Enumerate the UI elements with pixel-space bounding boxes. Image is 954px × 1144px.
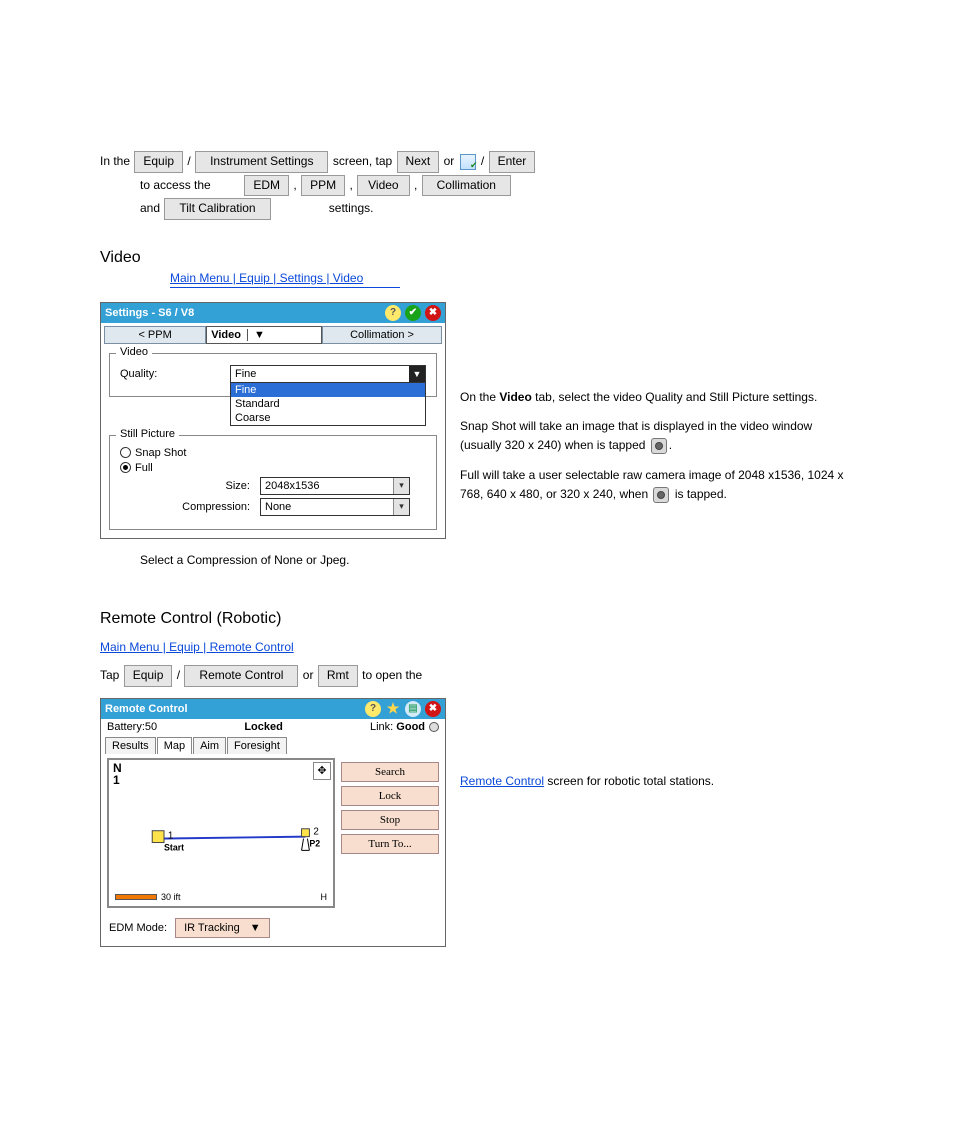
help-icon[interactable]: ? [365, 701, 381, 717]
close-icon[interactable]: ✖ [425, 305, 441, 321]
settings-dialog: Settings - S6 / V8 ? ✔ ✖ < PPM Video ▼ C… [100, 302, 446, 539]
stop-button[interactable]: Stop [341, 810, 439, 830]
equip-button[interactable]: Equip [134, 151, 183, 173]
video-bullet1: Snap Shot will take an image that is dis… [460, 417, 850, 455]
compression-combo[interactable]: None ▾ [260, 498, 410, 516]
radio-snapshot-label: Snap Shot [135, 447, 186, 459]
tab-aim[interactable]: Aim [193, 737, 226, 754]
edm-mode-value: IR Tracking [184, 922, 240, 934]
ppm-button[interactable]: PPM [301, 175, 345, 197]
radio-snapshot[interactable] [120, 447, 131, 458]
rc-tabs: Results Map Aim Foresight [105, 737, 441, 754]
radio-full-label: Full [135, 462, 153, 474]
rmt-button[interactable]: Rmt [318, 665, 358, 687]
remote-heading: Remote Control (Robotic) [100, 610, 854, 628]
rc-title: Remote Control [105, 703, 188, 715]
remote-control-dialog: Remote Control ? ★ ▤ ✖ Battery: 50 Locke… [100, 698, 446, 947]
size-value: 2048x1536 [261, 480, 393, 492]
still-picture-fieldset: Still Picture Snap Shot Full Size: 2048x… [109, 435, 437, 530]
clipboard-icon[interactable]: ▤ [405, 701, 421, 717]
compression-label: Compression: [120, 501, 260, 513]
svg-text:Start: Start [164, 842, 184, 852]
next-tab-button[interactable]: Collimation > [322, 326, 442, 344]
quality-option-fine[interactable]: Fine [231, 383, 425, 397]
tab-results[interactable]: Results [105, 737, 156, 754]
scale-bar: 30 ift [115, 892, 181, 902]
still-legend: Still Picture [116, 428, 179, 440]
equip-button-2[interactable]: Equip [124, 665, 173, 687]
size-label: Size: [120, 480, 260, 492]
close-icon[interactable]: ✖ [425, 701, 441, 717]
video-legend: Video [116, 346, 152, 358]
intro-paragraph: In the Equip / Instrument Settings scree… [100, 150, 854, 221]
radio-full-row[interactable]: Full [120, 462, 426, 474]
svg-text:P2: P2 [309, 838, 320, 848]
compress-note: Select a Compression of None or Jpeg. [140, 551, 854, 570]
rc-titlebar: Remote Control ? ★ ▤ ✖ [101, 699, 445, 719]
text: In the [100, 154, 133, 168]
tab-foresight[interactable]: Foresight [227, 737, 287, 754]
compression-value: None [261, 501, 393, 513]
map-view[interactable]: N 1 ✥ 1 Start 2 P2 30 ift H [107, 758, 335, 908]
camera-icon[interactable] [651, 438, 667, 454]
quality-value: Fine [231, 368, 409, 380]
ok-icon[interactable]: ✔ [405, 305, 421, 321]
quality-option-coarse[interactable]: Coarse [231, 411, 425, 425]
lock-state: Locked [244, 721, 283, 733]
tilt-cal-button[interactable]: Tilt Calibration [164, 198, 270, 220]
remote-post: screen for robotic total stations. [547, 774, 714, 788]
next-button[interactable]: Next [397, 151, 440, 173]
turnto-button[interactable]: Turn To... [341, 834, 439, 854]
remote-breadcrumb-link[interactable]: Main Menu | Equip | Remote Control [100, 640, 294, 654]
search-button[interactable]: Search [341, 762, 439, 782]
instrument-settings-button[interactable]: Instrument Settings [195, 151, 328, 173]
enter-button[interactable]: Enter [489, 151, 536, 173]
tab-map[interactable]: Map [157, 737, 192, 754]
quality-label: Quality: [120, 368, 230, 380]
svg-text:2: 2 [313, 826, 318, 837]
camera-icon[interactable] [653, 487, 669, 503]
remote-control-button[interactable]: Remote Control [184, 665, 298, 687]
video-breadcrumb-link[interactable]: Main Menu | Equip | Settings | Video [170, 271, 363, 285]
quality-combo[interactable]: Fine ▼ Fine Standard Coarse [230, 365, 426, 383]
video-bullet2: Full will take a user selectable raw cam… [460, 466, 850, 504]
chevron-down-icon: ▼ [409, 366, 425, 382]
radio-snapshot-row[interactable]: Snap Shot [120, 447, 426, 459]
chevron-down-icon: ▾ [393, 499, 409, 515]
battery-value: 50 [145, 721, 157, 733]
radio-full[interactable] [120, 462, 131, 473]
video-desc: On the Video tab, select the video Quali… [460, 388, 850, 407]
tab-select-label: Video [211, 329, 241, 341]
remote-desc: Tap Equip / Remote Control or Rmt to ope… [100, 664, 854, 688]
collimation-button[interactable]: Collimation [422, 175, 511, 197]
quality-option-standard[interactable]: Standard [231, 397, 425, 411]
lock-button[interactable]: Lock [341, 786, 439, 806]
tab-select[interactable]: Video ▼ [206, 326, 322, 344]
favorite-icon[interactable]: ★ [385, 701, 401, 717]
prev-tab-button[interactable]: < PPM [104, 326, 206, 344]
rc-status-bar: Battery: 50 Locked Link: Good [101, 719, 445, 735]
battery-label: Battery: [107, 721, 145, 733]
settings-titlebar: Settings - S6 / V8 ? ✔ ✖ [101, 303, 445, 323]
edm-button[interactable]: EDM [244, 175, 289, 197]
remote-link-2[interactable]: Remote Control [460, 774, 544, 788]
settings-icon[interactable] [460, 154, 476, 170]
edm-mode-button[interactable]: IR Tracking ▼ [175, 918, 270, 938]
help-icon[interactable]: ? [385, 305, 401, 321]
svg-text:1: 1 [168, 830, 173, 841]
edm-mode-label: EDM Mode: [109, 922, 167, 934]
size-combo[interactable]: 2048x1536 ▾ [260, 477, 410, 495]
video-fieldset: Video Quality: Fine ▼ Fine Standard Coar… [109, 353, 437, 397]
chevron-down-icon: ▾ [393, 478, 409, 494]
settings-title: Settings - S6 / V8 [105, 307, 194, 319]
map-corner-h: H [321, 892, 328, 902]
quality-dropdown: Fine Standard Coarse [230, 383, 426, 426]
link-led-icon [429, 722, 439, 732]
link-label: Link: [370, 721, 393, 733]
video-button[interactable]: Video [357, 175, 409, 197]
chevron-down-icon: ▼ [247, 329, 265, 341]
link-value: Good [396, 721, 425, 733]
chevron-down-icon: ▼ [250, 922, 261, 934]
video-heading: Video [100, 249, 854, 267]
